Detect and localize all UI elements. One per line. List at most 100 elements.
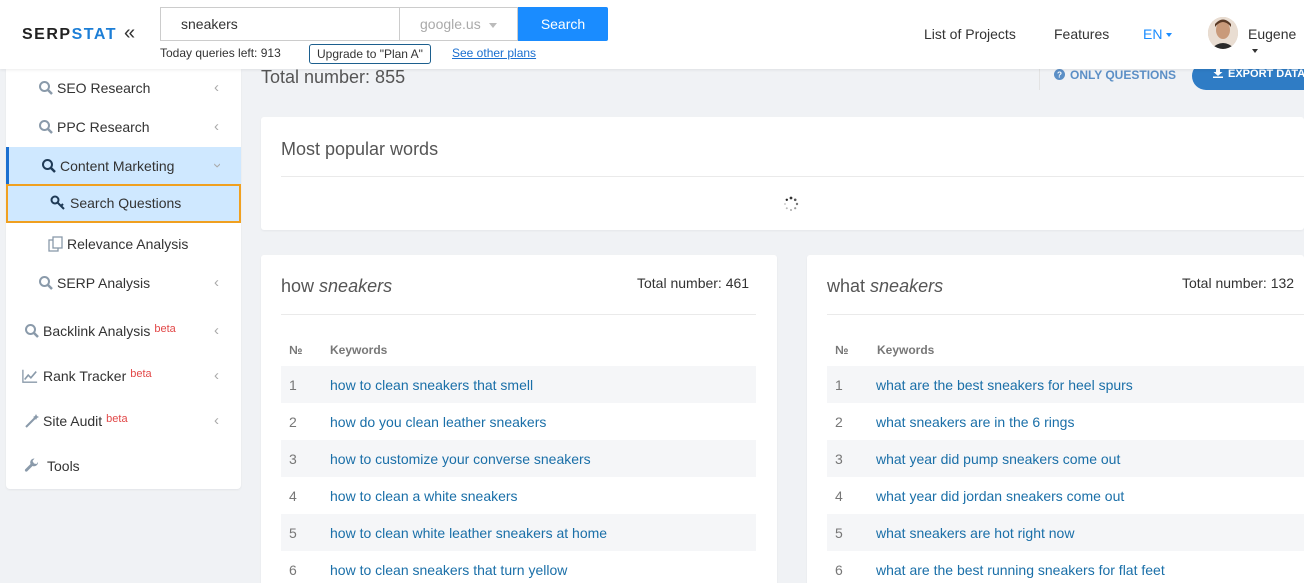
only-questions-label: ONLY QUESTIONS <box>1070 68 1177 82</box>
row-number: 4 <box>289 488 297 504</box>
search-icon <box>25 324 39 338</box>
search-icon <box>42 159 56 173</box>
copy-icon <box>48 236 63 252</box>
keyword-link[interactable]: what year did pump sneakers come out <box>876 451 1120 467</box>
row-number: 3 <box>289 451 297 467</box>
chevron-down-icon <box>1252 49 1258 54</box>
only-questions-toggle[interactable]: ? ONLY QUESTIONS <box>1054 68 1176 82</box>
keyword-link[interactable]: how do you clean leather sneakers <box>330 414 546 430</box>
chevron-left-icon: ‹ <box>214 118 219 135</box>
language-selector[interactable]: EN <box>1143 26 1173 42</box>
row-number: 6 <box>289 562 297 578</box>
keyword-link[interactable]: what year did jordan sneakers come out <box>876 488 1124 504</box>
search-input[interactable]: sneakers <box>160 7 400 41</box>
queries-left-text: Today queries left: 913 <box>160 46 281 60</box>
beta-badge: beta <box>154 323 176 335</box>
table-row: 2 what sneakers are in the 6 rings <box>827 403 1304 440</box>
column-header-number: № <box>835 343 849 357</box>
sidebar-item-relevance-analysis[interactable]: Relevance Analysis <box>6 225 241 264</box>
keyword-link[interactable]: what sneakers are in the 6 rings <box>876 414 1074 430</box>
sidebar-item-label: Rank Tracker beta <box>43 368 152 384</box>
keyword-link[interactable]: how to clean sneakers that smell <box>330 377 533 393</box>
table-row: 6 how to clean sneakers that turn yellow <box>281 551 756 583</box>
wrench-icon <box>24 458 39 472</box>
keyword-link[interactable]: what are the best sneakers for heel spur… <box>876 377 1133 393</box>
table-row: 4 what year did jordan sneakers come out <box>827 477 1304 514</box>
table-row: 3 what year did pump sneakers come out <box>827 440 1304 477</box>
sidebar-item-backlink-analysis[interactable]: Backlink Analysis beta ‹ <box>6 312 241 351</box>
what-panel-title: what sneakers <box>827 276 943 297</box>
keyword-link[interactable]: how to clean white leather sneakers at h… <box>330 525 607 541</box>
column-header-number: № <box>289 343 303 357</box>
search-engine-select[interactable]: google.us <box>399 7 518 41</box>
row-number: 2 <box>289 414 297 430</box>
title-prefix: what <box>827 276 866 296</box>
what-total-number: Total number: 132 <box>1182 275 1295 291</box>
beta-badge: beta <box>130 368 152 380</box>
sidebar-item-search-questions[interactable]: Search Questions <box>6 184 241 223</box>
beta-badge: beta <box>106 413 128 425</box>
language-value: EN <box>1143 26 1163 42</box>
table-row: 2 how do you clean leather sneakers <box>281 403 756 440</box>
user-menu[interactable]: Eugene <box>1248 26 1304 58</box>
sidebar-item-label: Tools <box>47 458 80 474</box>
upgrade-plan-button[interactable]: Upgrade to "Plan A" <box>309 44 431 64</box>
engine-value: google.us <box>420 16 481 32</box>
row-number: 3 <box>835 451 843 467</box>
sidebar-item-site-audit[interactable]: Site Audit beta ‹ <box>6 402 241 441</box>
title-query: sneakers <box>319 276 393 296</box>
collapse-sidebar-icon[interactable]: « <box>124 22 135 45</box>
top-bar: SERPSTAT « sneakers google.us Search Tod… <box>0 0 1304 69</box>
table-row: 1 how to clean sneakers that smell <box>281 366 756 403</box>
sidebar-item-label: SERP Analysis <box>57 275 151 291</box>
sidebar-item-rank-tracker[interactable]: Rank Tracker beta ‹ <box>6 357 241 396</box>
download-icon <box>1213 68 1223 78</box>
sidebar-item-label: Relevance Analysis <box>67 236 189 252</box>
keyword-link[interactable]: how to customize your converse sneakers <box>330 451 591 467</box>
divider <box>1039 66 1040 90</box>
chevron-down-icon: ‹ <box>208 163 225 168</box>
chevron-down-icon <box>489 23 497 28</box>
keyword-link[interactable]: what are the best running sneakers for f… <box>876 562 1165 578</box>
search-button[interactable]: Search <box>518 7 608 41</box>
row-number: 2 <box>835 414 843 430</box>
see-other-plans-link[interactable]: See other plans <box>452 46 536 60</box>
keyword-link[interactable]: what sneakers are hot right now <box>876 525 1074 541</box>
user-name: Eugene <box>1248 26 1297 42</box>
popular-words-title: Most popular words <box>281 139 439 159</box>
sidebar-item-content-marketing[interactable]: Content Marketing ‹ <box>6 147 241 186</box>
row-number: 5 <box>289 525 297 541</box>
sidebar-item-text: Site Audit <box>43 413 103 429</box>
keyword-link[interactable]: how to clean a white sneakers <box>330 488 518 504</box>
svg-text:?: ? <box>1057 71 1062 80</box>
sidebar-item-label: Search Questions <box>70 195 182 211</box>
chevron-left-icon: ‹ <box>214 322 219 339</box>
row-number: 1 <box>289 377 297 393</box>
question-circle-icon: ? <box>1054 69 1065 80</box>
table-row: 5 what sneakers are hot right now <box>827 514 1304 551</box>
sidebar-item-tools[interactable]: Tools <box>6 447 241 486</box>
row-number: 1 <box>835 377 843 393</box>
table-row: 6 what are the best running sneakers for … <box>827 551 1304 583</box>
search-icon <box>39 276 53 290</box>
nav-features[interactable]: Features <box>1054 26 1109 42</box>
nav-list-of-projects[interactable]: List of Projects <box>924 26 1016 42</box>
sidebar-item-text: Backlink Analysis <box>43 323 151 339</box>
sidebar-item-ppc-research[interactable]: PPC Research ‹ <box>6 108 241 147</box>
table-row: 4 how to clean a white sneakers <box>281 477 756 514</box>
divider <box>281 314 756 315</box>
row-number: 6 <box>835 562 843 578</box>
how-total-number: Total number: 461 <box>637 275 750 291</box>
sidebar: SEO Research ‹ PPC Research ‹ Content Ma… <box>6 69 241 489</box>
loading-spinner-icon <box>784 196 799 211</box>
keyword-link[interactable]: how to clean sneakers that turn yellow <box>330 562 567 578</box>
sidebar-item-serp-analysis[interactable]: SERP Analysis ‹ <box>6 264 241 303</box>
avatar[interactable] <box>1208 17 1238 49</box>
divider <box>281 176 1304 177</box>
serpstat-logo[interactable]: SERPSTAT <box>22 26 117 44</box>
row-number: 5 <box>835 525 843 541</box>
divider <box>827 314 1304 315</box>
popular-words-panel <box>261 117 1304 230</box>
sidebar-item-seo-research[interactable]: SEO Research ‹ <box>6 69 241 108</box>
sidebar-item-label: SEO Research <box>57 80 151 96</box>
